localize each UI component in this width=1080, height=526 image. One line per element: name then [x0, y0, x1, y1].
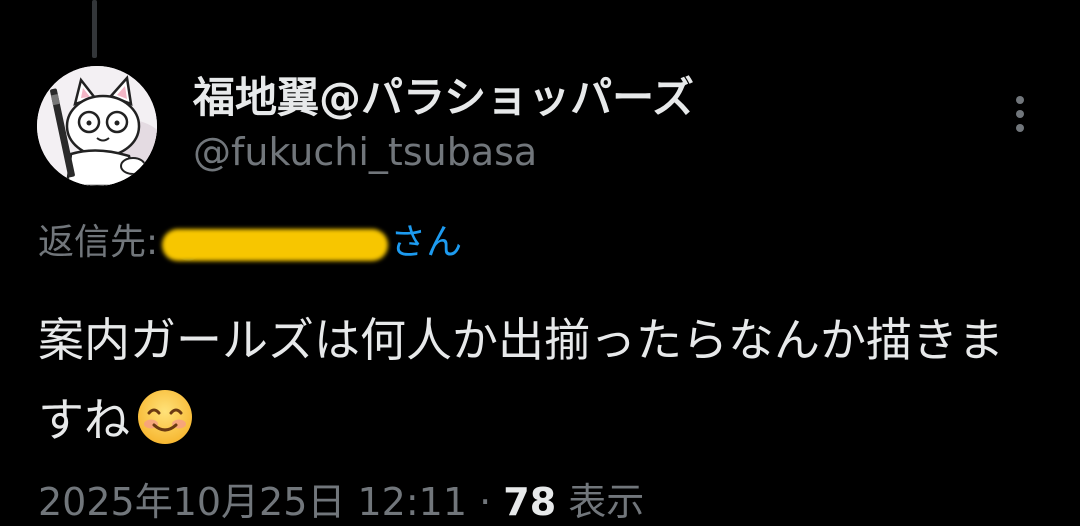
redacted-reply-user[interactable]: @	[158, 221, 390, 267]
tweet-timestamp[interactable]: 2025年10月25日 12:11	[38, 480, 467, 524]
author-display-name[interactable]: 福地翼@パラショッパーズ	[193, 72, 694, 124]
views-count: 78	[503, 480, 557, 524]
reply-to-prefix: 返信先:	[38, 222, 159, 263]
smiling-face-icon	[136, 388, 194, 446]
reply-to-line: 返信先:@さん	[38, 218, 462, 268]
tweet-meta: 2025年10月25日 12:11 · 78 表示	[38, 478, 644, 526]
cat-avatar-icon	[37, 66, 157, 186]
meta-separator: ·	[467, 480, 504, 524]
redaction-highlight	[162, 229, 389, 261]
reply-to-suffix: さん	[390, 222, 463, 263]
tweet-body: 案内ガールズは何人か出揃ったらなんか描きますね	[38, 300, 1048, 460]
more-options-button[interactable]	[1000, 92, 1040, 136]
views-label: 表示	[556, 480, 645, 524]
avatar[interactable]	[37, 66, 157, 186]
thread-connector-line	[92, 0, 97, 58]
author-handle[interactable]: @fukuchi_tsubasa	[193, 128, 537, 176]
